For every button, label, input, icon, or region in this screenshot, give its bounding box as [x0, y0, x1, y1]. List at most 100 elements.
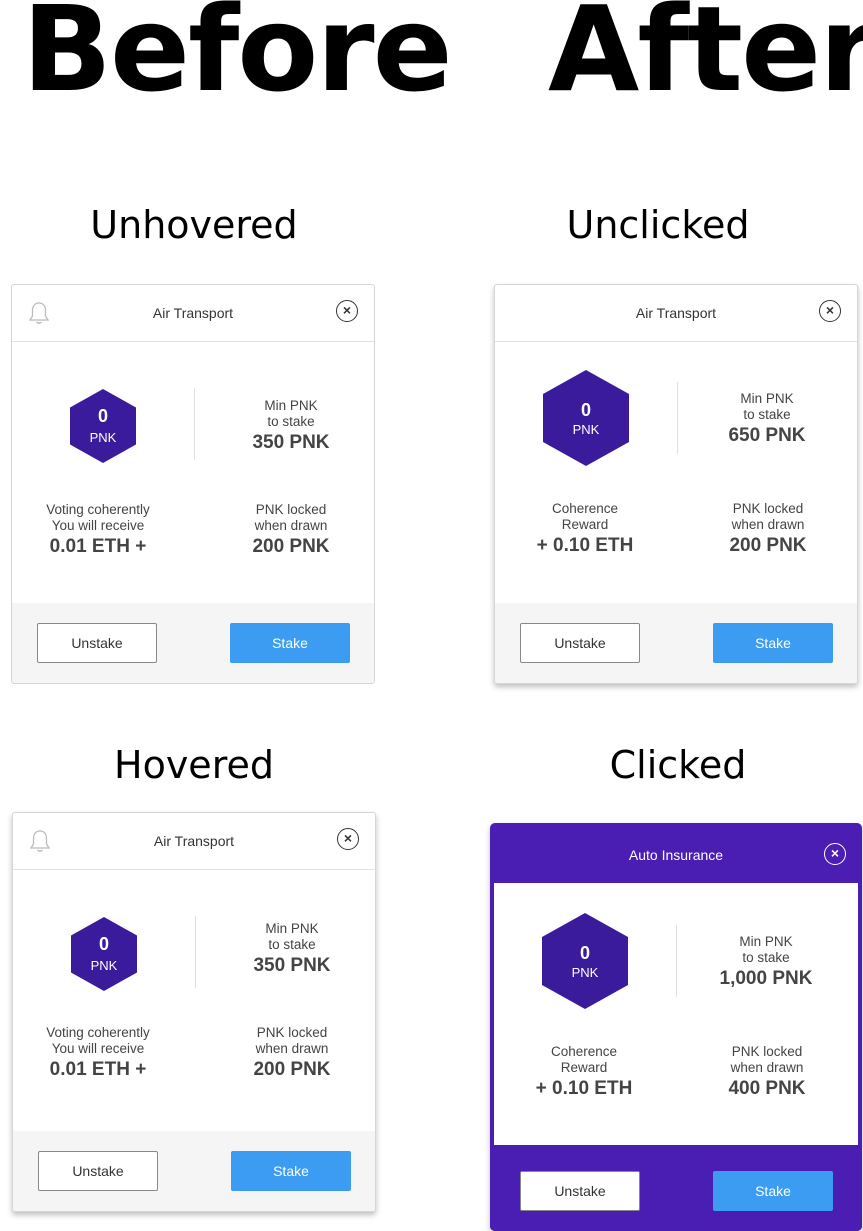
card-title: Air Transport	[152, 305, 234, 321]
staked-unit: PNK	[89, 430, 117, 445]
card-body: 0 PNK Min PNK to stake 1,000 PNK Coheren…	[494, 883, 858, 1145]
reward-label-1: Voting coherently	[46, 1025, 150, 1040]
reward-stat: Voting coherently You will receive 0.01 …	[13, 1025, 183, 1082]
locked-label-2: when drawn	[254, 518, 328, 533]
locked-value: 200 PNK	[253, 1059, 331, 1080]
stake-hexagon: 0 PNK	[543, 370, 629, 466]
card-header: Air Transport ×	[12, 285, 374, 342]
min-stake-label-1: Min PNK	[265, 921, 319, 936]
unstake-button[interactable]: Unstake	[520, 623, 640, 663]
locked-value: 200 PNK	[729, 535, 807, 556]
locked-value: 400 PNK	[728, 1078, 806, 1099]
locked-stat: PNK locked when drawn 200 PNK	[206, 502, 374, 559]
card-header: Auto Insurance ×	[490, 823, 862, 883]
court-card-unclicked[interactable]: Air Transport × 0 PNK Min PNK to stake 6…	[494, 284, 858, 684]
stake-button[interactable]: Stake	[230, 623, 350, 663]
staked-amount: 0	[97, 406, 108, 426]
divider	[194, 388, 195, 460]
state-label-unclicked: Unclicked	[566, 203, 750, 247]
card-header: Air Transport ×	[495, 285, 857, 342]
card-footer: Unstake Stake	[495, 603, 857, 683]
min-stake-stat: Min PNK to stake 350 PNK	[207, 921, 375, 978]
reward-value: 0.01 ETH +	[49, 1059, 147, 1080]
close-icon[interactable]: ×	[337, 828, 359, 850]
min-stake-stat: Min PNK to stake 650 PNK	[682, 391, 852, 448]
court-card-unhovered[interactable]: Air Transport × 0 PNK Min PNK to stake 3…	[11, 284, 375, 684]
min-stake-value: 350 PNK	[252, 432, 330, 453]
staked-amount: 0	[579, 943, 590, 963]
min-stake-label-2: to stake	[268, 937, 316, 952]
state-label-hovered: Hovered	[114, 743, 274, 787]
reward-stat: Voting coherently You will receive 0.01 …	[13, 502, 183, 559]
locked-stat: PNK locked when drawn 400 PNK	[682, 1044, 852, 1101]
min-stake-label-2: to stake	[743, 407, 791, 422]
card-footer: Unstake Stake	[12, 603, 374, 683]
min-stake-label-2: to stake	[742, 950, 790, 965]
locked-label-2: when drawn	[730, 1060, 804, 1075]
reward-label-1: Coherence	[550, 1044, 618, 1059]
staked-amount: 0	[580, 400, 591, 420]
divider	[195, 916, 196, 988]
min-stake-value: 1,000 PNK	[719, 968, 813, 989]
heading-before: Before	[22, 0, 453, 118]
min-stake-value: 650 PNK	[728, 425, 806, 446]
locked-label-2: when drawn	[255, 1041, 329, 1056]
locked-stat: PNK locked when drawn 200 PNK	[207, 1025, 375, 1082]
card-header: Air Transport ×	[13, 813, 375, 870]
unstake-button[interactable]: Unstake	[38, 1151, 158, 1191]
card-body: 0 PNK Min PNK to stake 350 PNK Voting co…	[13, 870, 375, 1132]
court-card-clicked[interactable]: Auto Insurance × 0 PNK Min PNK to stake …	[490, 823, 862, 1231]
reward-value: 0.01 ETH +	[49, 536, 147, 557]
card-footer: Unstake Stake	[490, 1151, 862, 1231]
reward-label-2: You will receive	[51, 518, 145, 533]
stake-hexagon: 0 PNK	[70, 389, 136, 463]
reward-label-2: Reward	[561, 517, 609, 532]
locked-label-1: PNK locked	[255, 502, 327, 517]
locked-label-2: when drawn	[731, 517, 805, 532]
close-icon[interactable]: ×	[819, 300, 841, 322]
reward-label-2: You will receive	[51, 1041, 145, 1056]
reward-label-1: Coherence	[551, 501, 619, 516]
min-stake-label-1: Min PNK	[740, 391, 794, 406]
unstake-button[interactable]: Unstake	[37, 623, 157, 663]
reward-stat: Coherence Reward + 0.10 ETH	[499, 1044, 669, 1101]
reward-label-2: Reward	[560, 1060, 608, 1075]
card-body: 0 PNK Min PNK to stake 350 PNK Voting co…	[12, 342, 374, 604]
card-footer: Unstake Stake	[13, 1131, 375, 1211]
stake-hexagon: 0 PNK	[542, 913, 628, 1009]
heading-after: After	[548, 0, 863, 118]
staked-amount: 0	[98, 934, 109, 954]
court-card-hovered[interactable]: Air Transport × 0 PNK Min PNK to stake 3…	[12, 812, 376, 1212]
locked-label-1: PNK locked	[731, 1044, 803, 1059]
stake-button[interactable]: Stake	[713, 1171, 833, 1211]
min-stake-label-1: Min PNK	[264, 398, 318, 413]
card-body: 0 PNK Min PNK to stake 650 PNK Coherence…	[495, 342, 857, 604]
unstake-button[interactable]: Unstake	[520, 1171, 640, 1211]
stake-button[interactable]: Stake	[231, 1151, 351, 1191]
reward-value: + 0.10 ETH	[536, 535, 634, 556]
staked-unit: PNK	[571, 965, 599, 980]
stake-button[interactable]: Stake	[713, 623, 833, 663]
card-title: Air Transport	[635, 305, 717, 321]
close-icon[interactable]: ×	[336, 300, 358, 322]
card-title: Auto Insurance	[628, 847, 724, 863]
reward-label-1: Voting coherently	[46, 502, 150, 517]
stake-hexagon: 0 PNK	[71, 917, 137, 991]
min-stake-value: 350 PNK	[253, 955, 331, 976]
divider	[676, 925, 677, 997]
locked-stat: PNK locked when drawn 200 PNK	[683, 501, 853, 558]
min-stake-label-2: to stake	[267, 414, 315, 429]
locked-value: 200 PNK	[252, 536, 330, 557]
staked-unit: PNK	[90, 958, 118, 973]
min-stake-stat: Min PNK to stake 350 PNK	[206, 398, 374, 455]
card-title: Air Transport	[153, 833, 235, 849]
staked-unit: PNK	[572, 422, 600, 437]
state-label-clicked: Clicked	[609, 743, 747, 787]
locked-label-1: PNK locked	[732, 501, 804, 516]
close-icon[interactable]: ×	[824, 843, 846, 865]
state-label-unhovered: Unhovered	[90, 203, 298, 247]
min-stake-label-1: Min PNK	[739, 934, 793, 949]
divider	[677, 382, 678, 454]
min-stake-stat: Min PNK to stake 1,000 PNK	[681, 934, 851, 991]
locked-label-1: PNK locked	[256, 1025, 328, 1040]
